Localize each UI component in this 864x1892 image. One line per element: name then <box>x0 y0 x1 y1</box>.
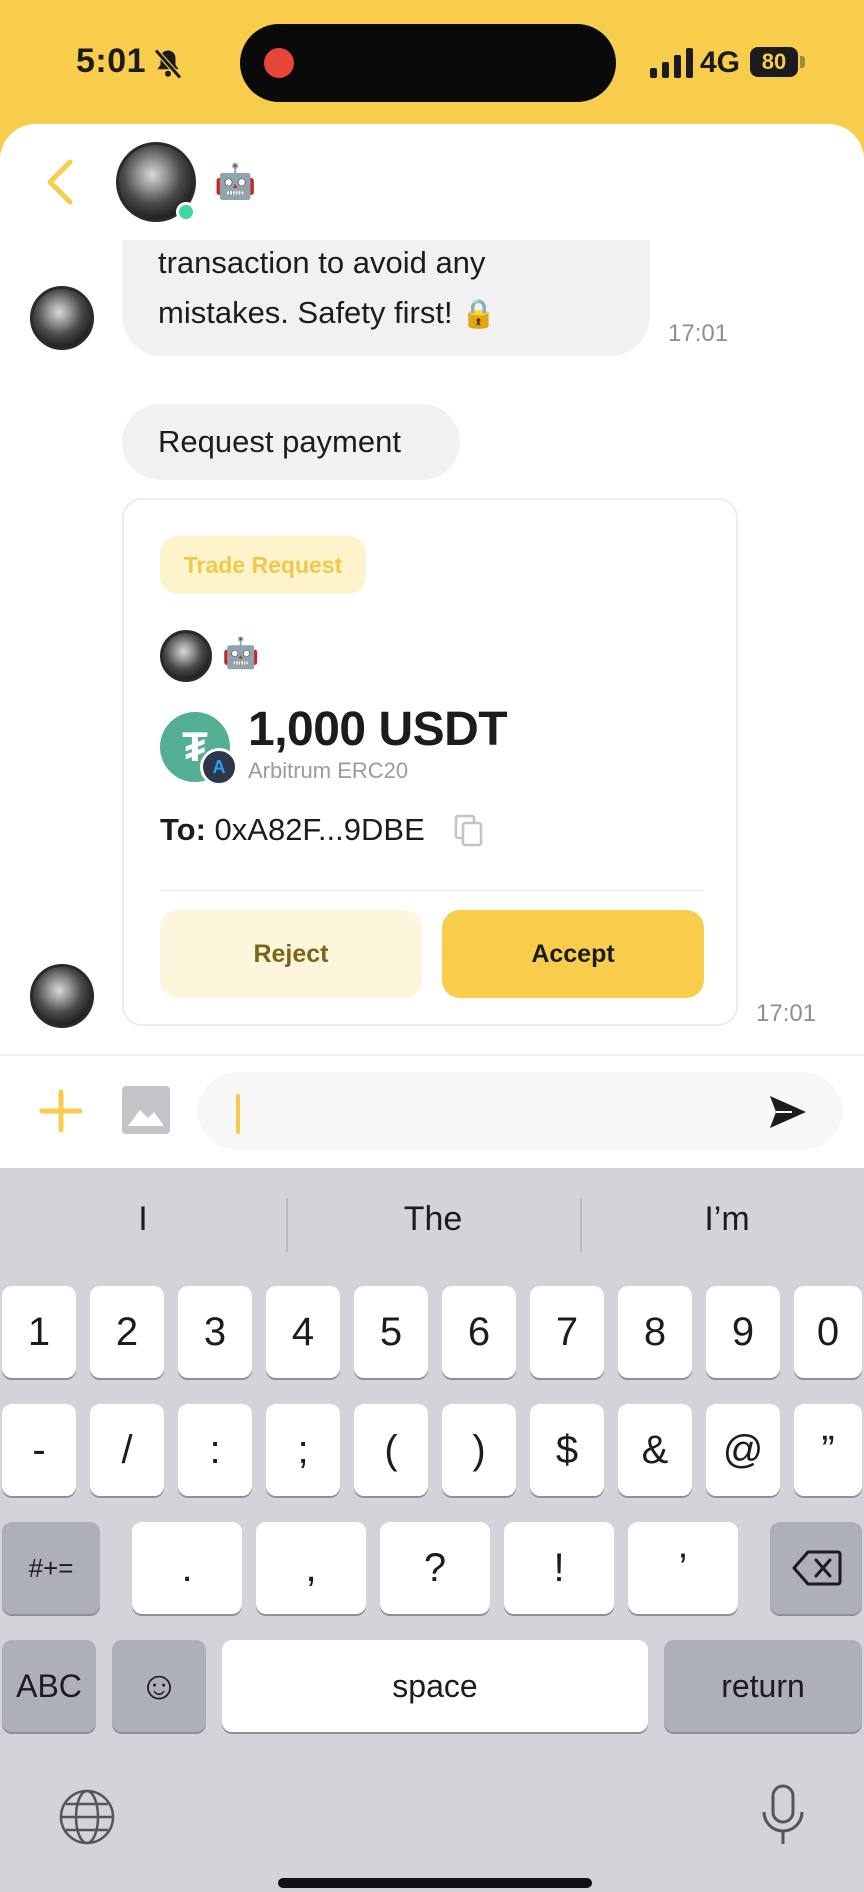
requester-name-emoji: 🤖 <box>222 637 260 670</box>
key[interactable]: 4 <box>266 1286 340 1378</box>
recording-indicator-icon <box>264 48 294 78</box>
abc-key[interactable]: ABC <box>2 1640 96 1732</box>
suggestion-item[interactable]: The <box>290 1200 576 1239</box>
key[interactable]: , <box>256 1522 366 1614</box>
text-caret <box>236 1094 240 1134</box>
suggestion-divider <box>286 1198 288 1252</box>
home-indicator <box>278 1878 592 1888</box>
suggestion-item[interactable]: I’m <box>584 1200 864 1239</box>
key[interactable]: ? <box>380 1522 490 1614</box>
signal-icon <box>650 48 693 78</box>
send-icon[interactable] <box>766 1090 810 1134</box>
key[interactable]: & <box>618 1404 692 1496</box>
key[interactable]: 7 <box>530 1286 604 1378</box>
sender-avatar[interactable] <box>30 286 94 350</box>
key[interactable]: $ <box>530 1404 604 1496</box>
battery-indicator: 80 <box>750 47 798 77</box>
card-divider <box>160 890 704 891</box>
message-timestamp: 17:01 <box>756 1000 817 1027</box>
lock-emoji-icon: 🔒 <box>461 298 497 329</box>
key[interactable]: ; <box>266 1404 340 1496</box>
chat-screen: 🤖 transaction to avoid any mistakes. Saf… <box>0 124 864 1168</box>
arbitrum-chain-icon: A <box>200 748 238 786</box>
key[interactable]: ( <box>354 1404 428 1496</box>
message-composer <box>0 1054 864 1168</box>
delete-key[interactable] <box>770 1522 862 1614</box>
key[interactable]: : <box>178 1404 252 1496</box>
key[interactable]: 2 <box>90 1286 164 1378</box>
chat-header: 🤖 <box>0 124 864 240</box>
key[interactable]: 9 <box>706 1286 780 1378</box>
key[interactable]: / <box>90 1404 164 1496</box>
copy-icon[interactable] <box>454 814 484 848</box>
space-key[interactable]: space <box>222 1640 648 1732</box>
key[interactable]: 3 <box>178 1286 252 1378</box>
image-icon[interactable] <box>120 1084 172 1136</box>
reject-button[interactable]: Reject <box>160 910 422 998</box>
key[interactable]: ’ <box>628 1522 738 1614</box>
key[interactable]: ) <box>442 1404 516 1496</box>
trade-amount: 1,000 USDT <box>248 703 508 756</box>
dynamic-island <box>240 24 616 102</box>
online-status-dot <box>176 202 196 222</box>
key[interactable]: @ <box>706 1404 780 1496</box>
suggestion-item[interactable]: I <box>0 1200 286 1239</box>
status-time: 5:01 <box>76 42 147 80</box>
key[interactable]: 8 <box>618 1286 692 1378</box>
key[interactable]: ! <box>504 1522 614 1614</box>
emoji-key[interactable]: ☺ <box>112 1640 206 1732</box>
token-network: Arbitrum ERC20 <box>248 758 409 783</box>
contact-name-emoji[interactable]: 🤖 <box>214 162 256 202</box>
message-bubble: Request payment <box>122 404 460 480</box>
back-chevron-icon[interactable] <box>40 154 80 210</box>
accept-button[interactable]: Accept <box>442 910 704 998</box>
recipient-row: To: 0xA82F...9DBE <box>160 812 425 848</box>
plus-icon[interactable] <box>38 1088 84 1134</box>
key[interactable]: 5 <box>354 1286 428 1378</box>
message-text-line: mistakes. Safety first! 🔒 <box>158 295 497 330</box>
keyboard: I The I’m 1 2 3 4 5 6 7 8 9 0 - / : ; ( … <box>0 1168 864 1892</box>
key[interactable]: 6 <box>442 1286 516 1378</box>
recipient-label: To: <box>160 812 206 847</box>
trade-request-card: Trade Request 🤖 ₮ A 1,000 USDT Arbitrum … <box>122 498 738 1026</box>
network-type: 4G <box>700 46 741 79</box>
message-input[interactable] <box>198 1072 842 1150</box>
key[interactable]: . <box>132 1522 242 1614</box>
message-timestamp: 17:01 <box>668 320 729 347</box>
sender-avatar[interactable] <box>30 964 94 1028</box>
key[interactable]: 1 <box>2 1286 76 1378</box>
mic-icon[interactable] <box>760 1784 806 1848</box>
requester-avatar <box>160 630 212 682</box>
key[interactable]: ” <box>794 1404 862 1496</box>
key[interactable]: - <box>2 1404 76 1496</box>
trade-request-tag: Trade Request <box>160 536 366 594</box>
return-key[interactable]: return <box>664 1640 862 1732</box>
delete-icon <box>792 1550 842 1586</box>
symbols-key[interactable]: #+= <box>2 1522 100 1614</box>
globe-icon[interactable] <box>58 1788 116 1846</box>
suggestion-divider <box>580 1198 582 1252</box>
message-text-line: transaction to avoid any <box>158 245 486 280</box>
key[interactable]: 0 <box>794 1286 862 1378</box>
bell-slash-icon <box>154 48 182 80</box>
battery-cap-icon <box>800 56 805 68</box>
recipient-address: 0xA82F...9DBE <box>214 812 425 847</box>
status-bar: 5:01 4G 80 <box>0 0 864 130</box>
